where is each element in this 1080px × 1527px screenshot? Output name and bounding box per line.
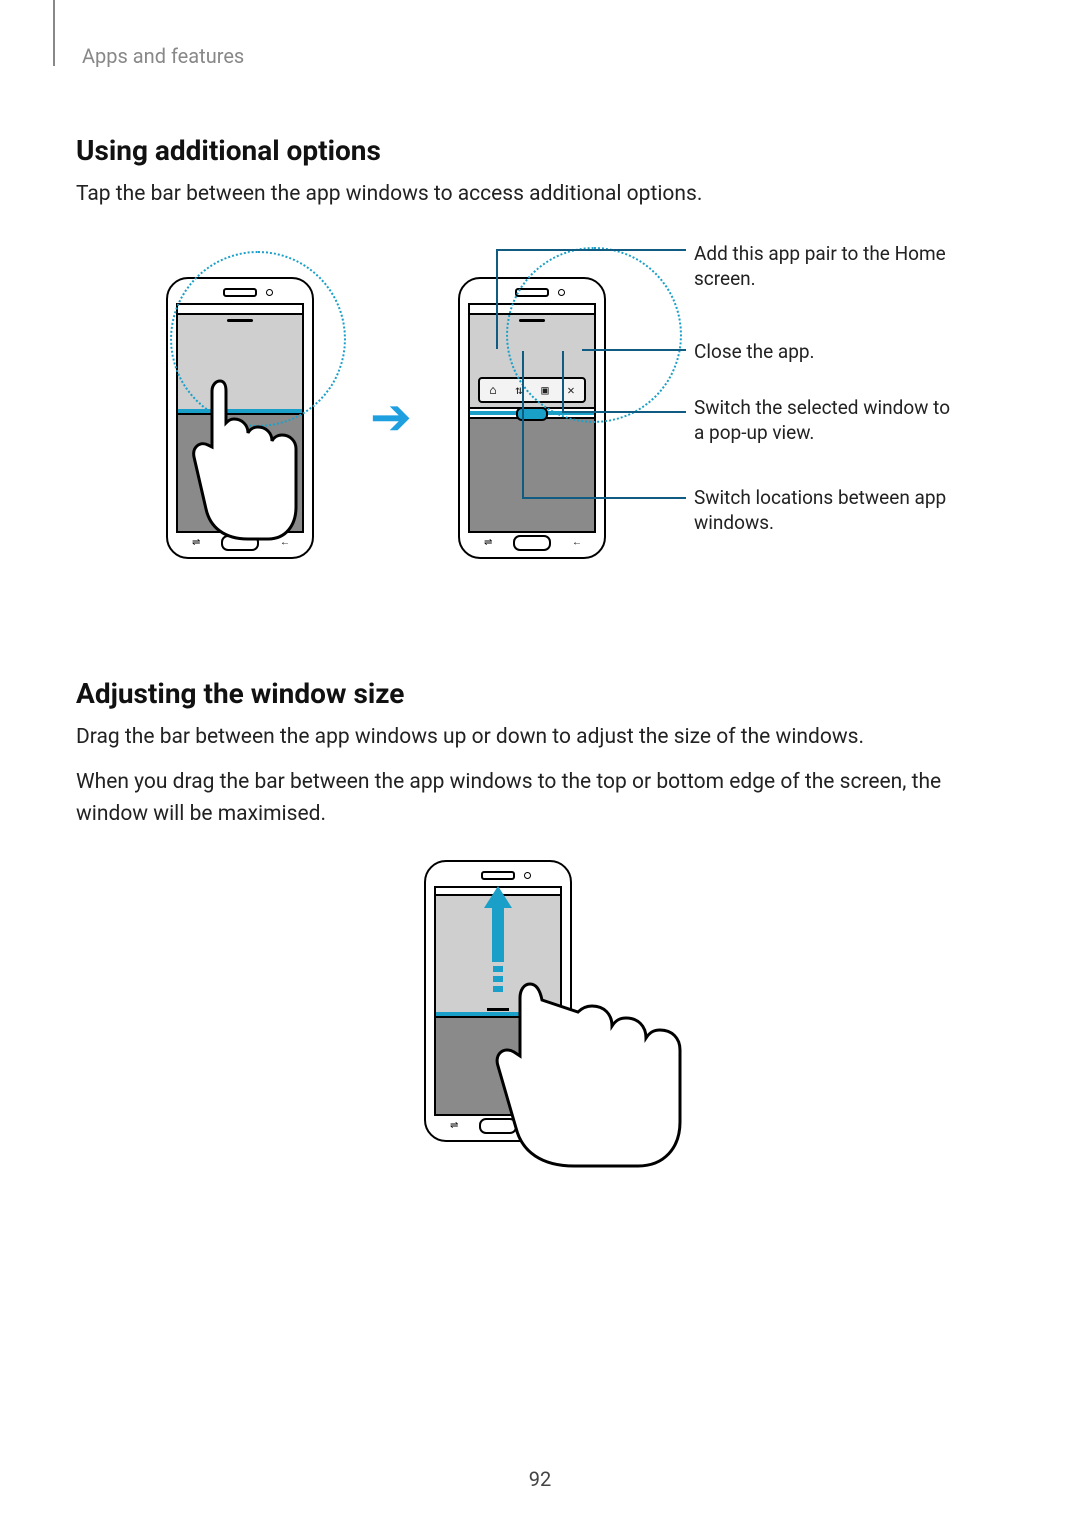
section-2-body-2: When you drag the bar between the app wi… — [76, 767, 1006, 830]
home-pair-icon: ⌂ — [485, 383, 501, 397]
callout-switch-loc: Switch locations between app windows. — [694, 485, 954, 536]
section-1-body: Tap the bar between the app windows to a… — [76, 179, 1006, 211]
section-heading-1: Using additional options — [76, 134, 1008, 167]
callout-add-pair: Add this app pair to the Home screen. — [694, 241, 954, 292]
header-side-rule — [53, 0, 55, 66]
callout-popup-view: Switch the selected window to a pop-up v… — [694, 395, 954, 446]
page-number: 92 — [0, 1467, 1080, 1491]
magnifier-circle-right — [506, 247, 682, 423]
breadcrumb: Apps and features — [82, 44, 1008, 68]
hand-drag-icon — [482, 960, 682, 1180]
figure-additional-options: ⇌ ← ➔ ⌂ ⇅ ▣ ✕ — [102, 241, 1042, 641]
divider-handle — [516, 407, 548, 421]
section-heading-2: Adjusting the window size — [76, 677, 1008, 710]
section-2-body-1: Drag the bar between the app windows up … — [76, 722, 1006, 754]
callout-close-app: Close the app. — [694, 339, 815, 365]
arrow-right-icon: ➔ — [370, 393, 412, 443]
figure-adjust-size: ⇌ ← — [102, 854, 1042, 1184]
hand-pointer-icon — [158, 369, 298, 549]
